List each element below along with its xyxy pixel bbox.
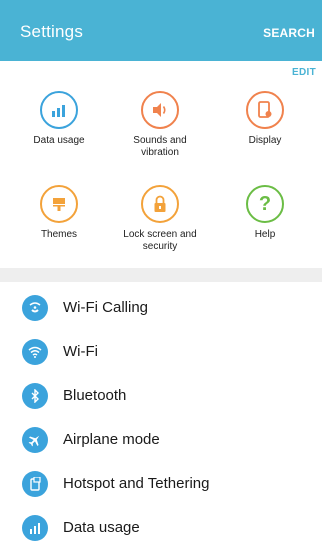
display-icon [246,91,284,129]
list-item-label: Airplane mode [63,431,160,448]
list-item-data-usage[interactable]: Data usage [0,502,322,546]
speaker-icon [141,91,179,129]
airplane-icon [22,427,48,453]
list-item-label: Wi-Fi [63,343,98,360]
list-item-label: Hotspot and Tethering [63,475,210,492]
list-item-bluetooth[interactable]: Bluetooth [0,370,322,414]
app-bar: Settings SEARCH [0,0,322,61]
lock-icon [141,185,179,223]
quick-setting-data-usage[interactable]: Data usage [5,91,113,147]
edit-button[interactable]: EDIT [292,67,316,78]
quick-setting-label: Data usage [33,135,85,146]
quick-setting-label: Display [248,135,282,146]
quick-setting-label: Lock screen and security [123,229,197,252]
wifi-icon [22,339,48,365]
list-item-airplane-mode[interactable]: Airplane mode [0,414,322,458]
data-usage-icon [22,515,48,541]
help-icon: ? [246,185,284,223]
quick-setting-help[interactable]: ? Help [211,185,319,241]
page-title: Settings [20,22,84,41]
quick-setting-label: Themes [40,229,78,240]
list-item-label: Data usage [63,519,140,536]
list-item-label: Bluetooth [63,387,127,404]
list-item-wifi[interactable]: Wi-Fi [0,326,322,370]
quick-setting-lock-screen[interactable]: Lock screen and security [106,185,214,253]
hotspot-icon [22,471,48,497]
quick-setting-label: Help [254,229,276,240]
search-button[interactable]: SEARCH [263,26,315,40]
quick-setting-sounds-vibration[interactable]: Sounds and vibration [106,91,214,159]
data-usage-icon [40,91,78,129]
list-item-wifi-calling[interactable]: Wi-Fi Calling [0,282,322,326]
quick-setting-display[interactable]: Display [211,91,319,147]
quick-settings-panel: EDIT Data usage Sounds and vibration Dis… [0,61,322,268]
bluetooth-icon [22,383,48,409]
quick-setting-themes[interactable]: Themes [5,185,113,241]
quick-setting-label: Sounds and vibration [133,135,187,158]
wifi-calling-icon [22,295,48,321]
section-divider [0,268,322,282]
list-item-label: Wi-Fi Calling [63,299,149,316]
themes-icon [40,185,78,223]
list-item-hotspot-tethering[interactable]: Hotspot and Tethering [0,458,322,502]
